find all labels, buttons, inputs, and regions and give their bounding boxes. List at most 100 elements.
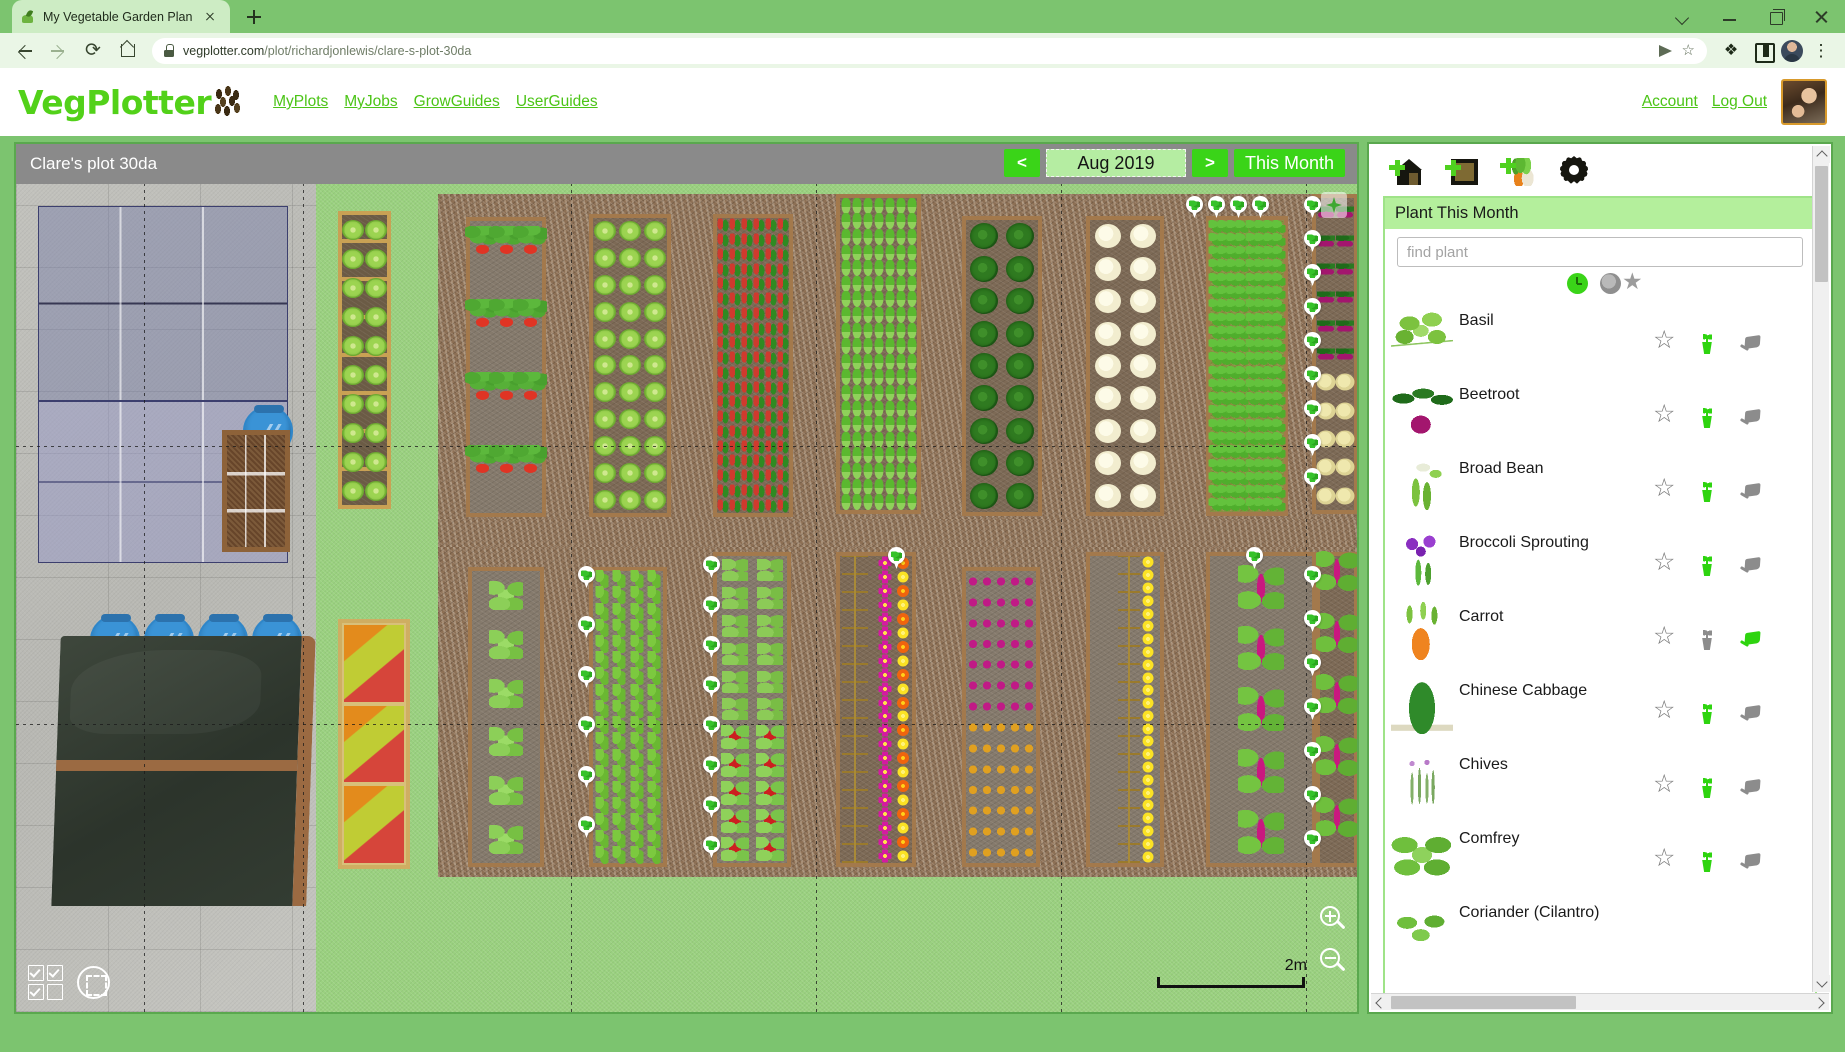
plant-marker-pin[interactable] — [1304, 366, 1321, 389]
send-icon[interactable] — [1658, 44, 1672, 57]
favourite-star-icon[interactable] — [1653, 624, 1675, 651]
sow-seed-icon[interactable] — [1696, 407, 1718, 429]
sow-seed-icon[interactable] — [1696, 777, 1718, 799]
plant-out-trowel-icon[interactable] — [1739, 629, 1761, 651]
plant-marker-pin[interactable] — [1304, 298, 1321, 321]
nav-userguides[interactable]: UserGuides — [516, 93, 598, 111]
add-plant-icon[interactable] — [1499, 152, 1537, 188]
plant-marker-pin[interactable] — [1304, 830, 1321, 853]
next-month-button[interactable]: > — [1191, 149, 1228, 177]
plant-marker-pin[interactable] — [1304, 698, 1321, 721]
bed-tomato[interactable] — [713, 552, 791, 867]
plant-out-trowel-icon[interactable] — [1739, 481, 1761, 503]
favourite-star-icon[interactable] — [1653, 698, 1675, 725]
sow-seed-icon[interactable] — [1696, 629, 1718, 651]
plant-marker-pin[interactable] — [1304, 786, 1321, 809]
extensions-puzzle-icon[interactable]: ❖ — [1717, 37, 1745, 65]
bed-radish[interactable] — [713, 214, 793, 517]
home-button[interactable] — [112, 36, 142, 66]
plant-marker-pin[interactable] — [578, 766, 595, 789]
plant-marker-pin[interactable] — [703, 596, 720, 619]
plant-marker-pin[interactable] — [1304, 654, 1321, 677]
plant-marker-pin[interactable] — [1304, 566, 1321, 589]
plant-marker-pin[interactable] — [1304, 400, 1321, 423]
compass-icon[interactable] — [1321, 192, 1347, 218]
nav-myjobs[interactable]: MyJobs — [344, 93, 397, 111]
plant-marker-pin[interactable] — [1230, 196, 1247, 219]
minimize-button[interactable] — [1707, 0, 1753, 33]
current-month-label[interactable]: Aug 2019 — [1045, 149, 1186, 177]
plant-marker-pin[interactable] — [578, 616, 595, 639]
list-item[interactable]: Beetroot — [1385, 374, 1815, 448]
plant-out-trowel-icon[interactable] — [1739, 407, 1761, 429]
plant-marker-pin[interactable] — [1304, 230, 1321, 253]
plant-out-trowel-icon[interactable] — [1739, 555, 1761, 577]
bed-crates[interactable] — [338, 619, 410, 869]
close-icon[interactable] — [202, 9, 218, 25]
add-bed-icon[interactable] — [1443, 152, 1481, 188]
scroll-left-arrow[interactable] — [1371, 994, 1388, 1011]
zoom-in-icon[interactable] — [1317, 904, 1349, 936]
sow-seed-icon[interactable] — [1696, 851, 1718, 873]
list-item[interactable]: Chives — [1385, 744, 1815, 818]
forward-button[interactable] — [44, 36, 74, 66]
bed-lettuce-frame[interactable] — [338, 211, 391, 509]
nav-growguides[interactable]: GrowGuides — [414, 93, 500, 111]
layer-checkbox[interactable] — [47, 965, 63, 981]
plant-marker-pin[interactable] — [1304, 196, 1321, 219]
bed-cabbage[interactable] — [962, 216, 1042, 516]
plant-marker-pin[interactable] — [1304, 264, 1321, 287]
sidebar-horizontal-scrollbar[interactable] — [1371, 993, 1829, 1010]
list-item[interactable]: Comfrey — [1385, 818, 1815, 892]
plant-marker-pin[interactable] — [703, 716, 720, 739]
add-house-icon[interactable] — [1387, 152, 1425, 188]
horizontal-scroll-thumb[interactable] — [1391, 996, 1576, 1009]
layer-checkbox[interactable] — [28, 984, 44, 1000]
scroll-up-arrow[interactable] — [1813, 146, 1830, 163]
bed-cauliflower[interactable] — [1086, 216, 1164, 516]
plant-marker-pin[interactable] — [703, 796, 720, 819]
plant-marker-pin[interactable] — [1186, 196, 1203, 219]
greenhouse-structure[interactable] — [38, 206, 288, 401]
account-link[interactable]: Account — [1642, 93, 1698, 111]
sow-seed-icon[interactable] — [1696, 333, 1718, 355]
chevron-down-icon[interactable] — [1661, 0, 1707, 33]
plant-out-trowel-icon[interactable] — [1739, 703, 1761, 725]
compost-bin[interactable] — [51, 636, 316, 906]
bed-carrot-tops[interactable] — [1206, 216, 1288, 516]
vegplotter-logo[interactable]: VegPlotter — [18, 85, 246, 119]
restore-button[interactable] — [1753, 0, 1799, 33]
side-panel-icon[interactable] — [1749, 37, 1777, 65]
vertical-scroll-thumb[interactable] — [1815, 166, 1828, 282]
reload-button[interactable]: ⟳ — [78, 36, 108, 66]
list-item[interactable]: Broad Bean — [1385, 448, 1815, 522]
bed-sweetcorn[interactable] — [1086, 552, 1164, 867]
bed-peas[interactable] — [589, 567, 667, 867]
scroll-down-arrow[interactable] — [1813, 975, 1830, 992]
this-month-button[interactable]: This Month — [1233, 149, 1345, 177]
list-item[interactable]: Coriander (Cilantro) — [1385, 892, 1815, 966]
avatar[interactable] — [1781, 79, 1827, 125]
chrome-menu-kebab[interactable]: ⋮ — [1807, 37, 1835, 65]
bed-rhubarb[interactable] — [1206, 552, 1316, 867]
profile-avatar[interactable] — [1781, 39, 1803, 62]
favourite-star-icon[interactable] — [1653, 328, 1675, 355]
new-tab-button[interactable] — [240, 3, 268, 31]
bookmark-star-icon[interactable]: ☆ — [1682, 43, 1695, 58]
address-bar[interactable]: vegplotter.com/plot/richardjonlewis/clar… — [152, 37, 1707, 64]
favourite-star-icon[interactable] — [1653, 476, 1675, 503]
bed-lettuce[interactable] — [589, 214, 671, 517]
plant-marker-pin[interactable] — [888, 547, 905, 570]
scroll-right-arrow[interactable] — [1812, 994, 1829, 1011]
bed-courgette[interactable] — [468, 567, 544, 867]
favourite-star-icon[interactable] — [1653, 402, 1675, 429]
plant-out-trowel-icon[interactable] — [1739, 851, 1761, 873]
layer-checkbox-grid[interactable] — [28, 965, 63, 1000]
favourite-star-icon[interactable] — [1653, 550, 1675, 577]
plant-marker-pin[interactable] — [703, 756, 720, 779]
plant-marker-pin[interactable] — [578, 566, 595, 589]
plot-canvas[interactable]: 2m — [16, 184, 1357, 1012]
search-input[interactable] — [1397, 237, 1803, 267]
sow-seed-icon[interactable] — [1696, 555, 1718, 577]
sow-seed-icon[interactable] — [1696, 703, 1718, 725]
